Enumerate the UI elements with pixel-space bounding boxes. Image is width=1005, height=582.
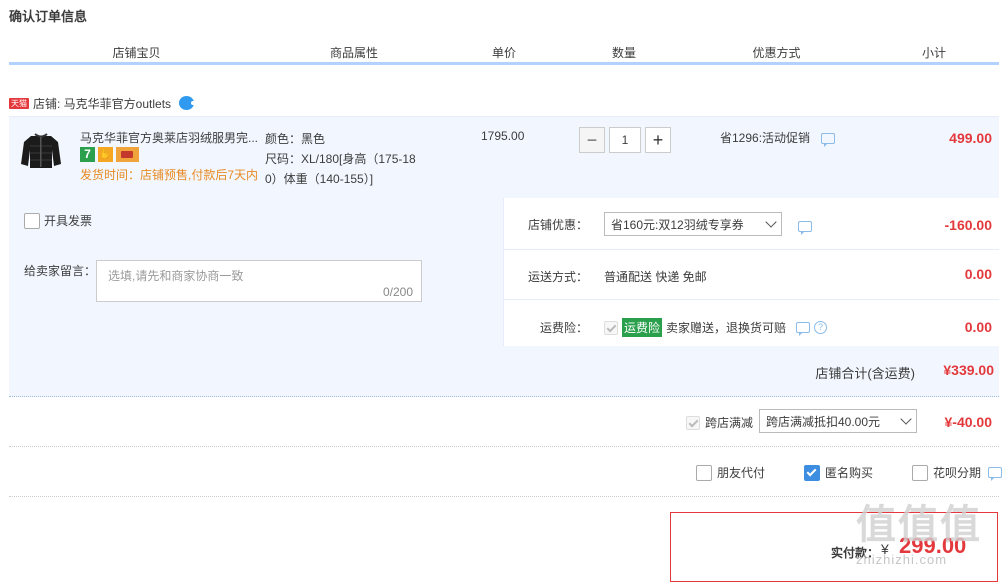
increase-quantity-button[interactable]: + xyxy=(645,127,671,153)
shop-coupon-select[interactable]: 省160元:双12羽绒专享券 xyxy=(604,212,782,236)
col-separator xyxy=(444,60,447,62)
service-badges: 7 ✋ xyxy=(80,147,139,162)
huabei-installment-option[interactable]: 花呗分期 xyxy=(912,464,1003,481)
huabei-checkbox[interactable] xyxy=(912,464,928,481)
col-quantity: 数量 xyxy=(611,46,636,60)
friend-pay-label: 朋友代付 xyxy=(717,466,766,480)
shop-discount-label: 店铺优惠： xyxy=(528,218,589,232)
item-subtotal: 499.00 xyxy=(949,130,992,146)
memo-placeholder: 选填,请先和商家协商一致 xyxy=(108,269,244,283)
credit-card-badge-icon[interactable] xyxy=(116,147,139,162)
shop-total-bar: 店铺合计(含运费) ¥339.00 xyxy=(9,346,999,397)
coupon-comment-icon[interactable] xyxy=(798,221,812,236)
invoice-option[interactable]: 开具发票 xyxy=(24,212,92,229)
unit-price: 1795.00 xyxy=(481,129,525,143)
row-divider xyxy=(504,249,999,250)
guarantee-badge-icon[interactable]: ✋ xyxy=(98,147,113,162)
shop-coupon-selected: 省160元:双12羽绒专享券 xyxy=(611,217,744,232)
product-attributes: 颜色：黑色 尺码：XL/180[身高（175-18 0）体重（140-155）] xyxy=(265,129,440,189)
promotion-text: 省1296:活动促销 xyxy=(720,131,811,145)
attr-size-line1: 尺码：XL/180[身高（175-18 xyxy=(265,152,416,166)
invoice-label: 开具发票 xyxy=(44,214,93,228)
freight-insurance-text: 卖家赠送，退换货可赔 xyxy=(666,321,787,335)
friend-pay-checkbox[interactable] xyxy=(696,464,712,481)
cross-store-option: 跨店满减 xyxy=(686,414,753,431)
promotion-info: 省1296:活动促销 xyxy=(720,129,836,148)
freight-insurance-checkbox xyxy=(604,320,618,335)
attr-size-line2: 0）体重（140-155）] xyxy=(265,172,374,186)
shop-name-link[interactable]: 店铺: 马克华菲官方outlets xyxy=(33,95,171,112)
cross-store-selected: 跨店满减抵扣40.00元 xyxy=(766,414,881,429)
ship-time-note: 发货时间：店铺预售,付款后7天内 xyxy=(80,168,259,182)
column-header: 店铺宝贝 商品属性 单价 数量 优惠方式 小计 xyxy=(9,42,999,65)
shop-row: 天猫 店铺: 马克华菲官方outlets xyxy=(9,94,196,112)
cross-store-select[interactable]: 跨店满减抵扣40.00元 xyxy=(759,409,917,433)
col-separator xyxy=(564,60,567,62)
product-title-link[interactable]: 马克华菲官方奥莱店羽绒服男完... xyxy=(80,129,258,146)
col-shop-item: 店铺宝贝 xyxy=(112,46,161,60)
anonymous-purchase-label: 匿名购买 xyxy=(825,466,874,480)
col-attributes: 商品属性 xyxy=(329,46,378,60)
shop-discount-value: -160.00 xyxy=(944,217,992,233)
huabei-label: 花呗分期 xyxy=(933,466,982,480)
decrease-quantity-button[interactable]: − xyxy=(579,127,605,153)
help-icon[interactable]: ? xyxy=(814,321,828,334)
shipping-label: 运送方式： xyxy=(528,270,589,284)
promo-comment-icon[interactable] xyxy=(821,133,836,148)
chevron-down-icon xyxy=(765,216,777,228)
col-separator xyxy=(684,60,687,62)
col-separator xyxy=(869,60,872,62)
seller-memo-textarea[interactable]: 选填,请先和商家协商一致 0/200 xyxy=(96,260,422,302)
row-divider xyxy=(504,299,999,300)
shop-total-label: 店铺合计(含运费) xyxy=(815,366,915,381)
anonymous-purchase-checkbox[interactable] xyxy=(804,464,820,481)
watermark-url: zhizhizhi.com xyxy=(856,552,948,567)
col-discount: 优惠方式 xyxy=(752,46,801,60)
freight-insurance-option: 运费险 卖家赠送，退换货可赔 ? xyxy=(604,318,828,337)
shipping-fee: 0.00 xyxy=(964,266,992,282)
quantity-stepper: − 1 + xyxy=(579,127,671,153)
watermark: 值值值 xyxy=(856,503,982,547)
freight-insurance-label: 运费险： xyxy=(540,321,589,335)
seven-day-return-badge[interactable]: 7 xyxy=(80,147,95,162)
col-separator xyxy=(264,60,267,62)
cross-store-checkbox xyxy=(686,415,700,430)
attr-color: 颜色：黑色 xyxy=(265,132,326,146)
freight-insurance-value: 0.00 xyxy=(964,319,992,335)
huabei-comment-icon[interactable] xyxy=(988,467,1003,481)
freight-insurance-tag: 运费险 xyxy=(622,318,663,337)
memo-char-counter: 0/200 xyxy=(382,285,413,299)
col-unit-price: 单价 xyxy=(491,46,516,60)
memo-label: 给卖家留言： xyxy=(24,264,97,278)
page-title: 确认订单信息 xyxy=(9,9,88,24)
quantity-input[interactable]: 1 xyxy=(609,127,641,153)
col-subtotal: 小计 xyxy=(921,46,946,60)
shipping-method: 普通配送 快递 免邮 xyxy=(604,270,707,284)
product-thumbnail[interactable] xyxy=(18,126,64,172)
anonymous-purchase-option[interactable]: 匿名购买 xyxy=(804,464,873,481)
freight-comment-icon[interactable] xyxy=(796,322,811,336)
shop-total-value: ¥339.00 xyxy=(943,362,994,378)
cross-store-value: ¥-40.00 xyxy=(944,414,992,430)
wangwang-chat-icon[interactable] xyxy=(179,96,196,110)
invoice-checkbox[interactable] xyxy=(24,212,40,229)
friend-pay-option[interactable]: 朋友代付 xyxy=(696,464,765,481)
chevron-down-icon xyxy=(900,413,912,425)
tmall-badge: 天猫 xyxy=(9,97,29,109)
cross-store-label: 跨店满减 xyxy=(705,416,754,430)
